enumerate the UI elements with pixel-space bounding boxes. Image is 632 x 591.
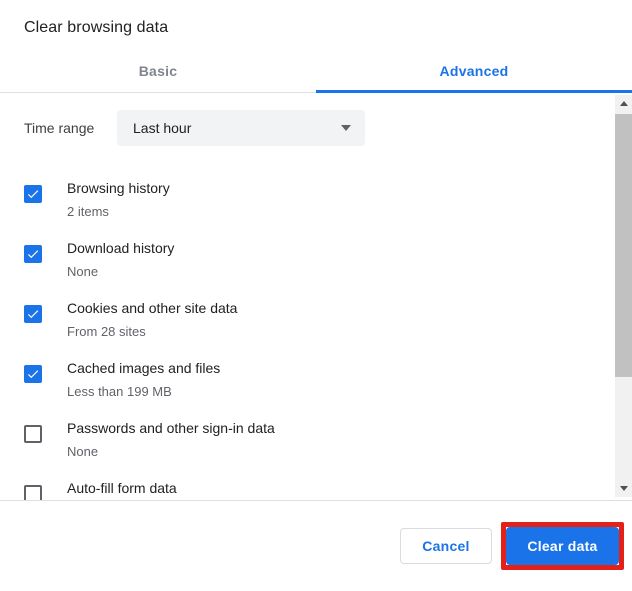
row-label: Cookies and other site data <box>67 300 238 316</box>
row-label: Cached images and files <box>67 360 221 376</box>
arrow-up-icon <box>619 101 628 106</box>
arrow-down-icon <box>619 486 628 491</box>
dialog-title: Clear browsing data <box>24 19 169 36</box>
cancel-button[interactable]: Cancel <box>400 528 492 564</box>
row-detail: From 28 sites <box>67 324 146 339</box>
row-detail: None <box>67 264 99 279</box>
data-type-row: Cached images and files Less than 199 MB <box>24 356 591 416</box>
time-range-row: Time range Last hour <box>24 110 591 146</box>
checkmark-icon <box>27 250 39 259</box>
row-detail: Less than 199 MB <box>67 384 172 399</box>
checkbox-checked[interactable] <box>24 365 42 383</box>
clear-browsing-data-dialog: Clear browsing data Basic Advanced Time … <box>0 0 632 591</box>
checkbox-unchecked[interactable] <box>24 425 42 443</box>
row-text: Download history None <box>67 236 174 282</box>
row-label: Browsing history <box>67 180 170 196</box>
tab-basic[interactable]: Basic <box>0 49 316 92</box>
data-type-list: Browsing history 2 items Download history N… <box>24 176 591 500</box>
chevron-down-icon <box>341 125 351 131</box>
data-type-row: Download history None <box>24 236 591 296</box>
clear-data-button[interactable]: Clear data <box>506 527 619 565</box>
row-text: Cached images and files Less than 199 MB <box>67 356 220 402</box>
row-text: Passwords and other sign-in data None <box>67 416 275 462</box>
scroll-content: Time range Last hour Browsing history 2 i… <box>0 93 632 500</box>
data-type-row: Browsing history 2 items <box>24 176 591 236</box>
scroll-down-button[interactable] <box>615 480 632 497</box>
time-range-select[interactable]: Last hour <box>117 110 365 146</box>
row-label: Passwords and other sign-in data <box>67 420 275 436</box>
checkmark-icon <box>27 370 39 379</box>
scroll-up-button[interactable] <box>615 95 632 112</box>
data-type-row: Auto-fill form data <box>24 476 591 500</box>
checkbox-checked[interactable] <box>24 305 42 323</box>
data-type-row: Passwords and other sign-in data None <box>24 416 591 476</box>
row-text: Auto-fill form data <box>67 476 177 499</box>
checkmark-icon <box>27 310 39 319</box>
checkbox-checked[interactable] <box>24 185 42 203</box>
time-range-value: Last hour <box>133 120 192 136</box>
time-range-label: Time range <box>24 120 95 136</box>
row-detail: 2 items <box>67 204 109 219</box>
row-text: Browsing history 2 items <box>67 176 170 222</box>
row-label: Download history <box>67 240 175 256</box>
row-detail: None <box>67 444 99 459</box>
tab-advanced[interactable]: Advanced <box>316 49 632 93</box>
checkbox-checked[interactable] <box>24 245 42 263</box>
vertical-scrollbar[interactable] <box>615 95 632 497</box>
dialog-footer: Cancel Clear data <box>0 500 632 591</box>
dialog-header: Clear browsing data <box>0 0 632 49</box>
row-label: Auto-fill form data <box>67 480 177 496</box>
tab-strip: Basic Advanced <box>0 49 632 93</box>
checkmark-icon <box>27 190 39 199</box>
checkbox-unchecked[interactable] <box>24 485 42 500</box>
annotation-highlight-box: Clear data <box>501 522 624 570</box>
dialog-scroll-area: Time range Last hour Browsing history 2 i… <box>0 93 632 500</box>
scrollbar-thumb[interactable] <box>615 114 632 377</box>
data-type-row: Cookies and other site data From 28 sites <box>24 296 591 356</box>
row-text: Cookies and other site data From 28 sites <box>67 296 237 342</box>
